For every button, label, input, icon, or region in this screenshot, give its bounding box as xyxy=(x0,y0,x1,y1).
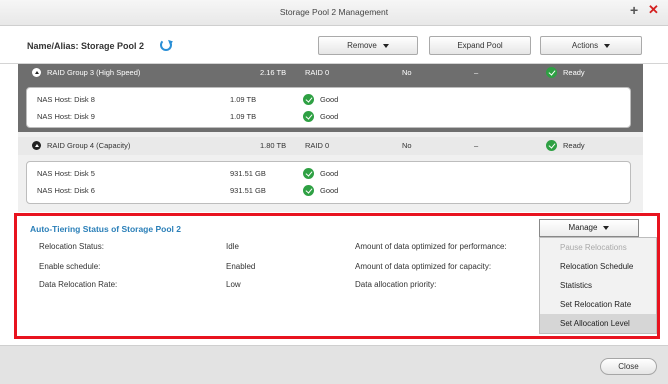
disk-capacity: 931.51 GB xyxy=(230,169,266,178)
ready-icon xyxy=(546,140,557,151)
tiering-title: Auto-Tiering Status of Storage Pool 2 xyxy=(30,224,181,234)
menu-item-statistics[interactable]: Statistics xyxy=(540,276,656,295)
chevron-down-icon xyxy=(603,225,610,230)
remove-button[interactable]: Remove xyxy=(318,36,418,55)
disk-name: NAS Host: Disk 9 xyxy=(37,112,95,121)
raid-group-row[interactable]: RAID Group 4 (Capacity) 1.80 TB RAID 0 N… xyxy=(18,137,643,155)
disk-name: NAS Host: Disk 6 xyxy=(37,186,95,195)
menu-item-set-allocation-level[interactable]: Set Allocation Level xyxy=(540,314,656,333)
actions-button-label: Actions xyxy=(571,41,599,50)
window-title: Storage Pool 2 Management xyxy=(279,7,389,17)
chevron-down-icon xyxy=(382,43,389,48)
close-button[interactable]: Close xyxy=(600,358,657,375)
group-capacity: 2.16 TB xyxy=(260,68,287,77)
disk-row[interactable]: NAS Host: Disk 9 1.09 TB Good xyxy=(26,108,631,126)
allocation-priority-label: Data allocation priority: xyxy=(355,280,437,289)
group-flag: No xyxy=(402,141,412,150)
group-name: RAID Group 3 (High Speed) xyxy=(47,68,141,77)
ready-icon xyxy=(546,67,557,78)
title-bar: Storage Pool 2 Management + ✕ xyxy=(0,0,668,26)
disk-capacity: 1.09 TB xyxy=(230,112,257,121)
capacity-data-label: Amount of data optimized for capacity: xyxy=(355,262,492,271)
add-icon[interactable]: + xyxy=(630,3,638,17)
disk-status: Good xyxy=(320,186,339,195)
expand-pool-button[interactable]: Expand Pool xyxy=(429,36,531,55)
good-icon xyxy=(303,168,314,179)
manage-button[interactable]: Manage xyxy=(539,219,639,237)
group-status: Ready xyxy=(563,141,585,150)
group-status: Ready xyxy=(563,68,585,77)
menu-item-set-relocation-rate[interactable]: Set Relocation Rate xyxy=(540,295,656,314)
collapse-icon[interactable] xyxy=(32,68,41,77)
good-icon xyxy=(303,94,314,105)
relocation-rate-label: Data Relocation Rate: xyxy=(39,280,118,289)
pool-name-label: Name/Alias: Storage Pool 2 xyxy=(27,41,145,51)
disk-row[interactable]: NAS Host: Disk 5 931.51 GB Good xyxy=(26,165,631,183)
relocation-rate-value: Low xyxy=(226,280,241,289)
group-capacity: 1.80 TB xyxy=(260,141,287,150)
manage-button-label: Manage xyxy=(568,223,598,232)
refresh-icon[interactable] xyxy=(160,39,172,51)
menu-item-pause-relocations: Pause Relocations xyxy=(560,243,627,252)
pool-header: Name/Alias: Storage Pool 2 Remove Expand… xyxy=(0,27,668,64)
group-dash: – xyxy=(474,68,479,77)
enable-schedule-value: Enabled xyxy=(226,262,256,271)
remove-button-label: Remove xyxy=(347,41,377,50)
actions-button[interactable]: Actions xyxy=(540,36,642,55)
performance-data-label: Amount of data optimized for performance… xyxy=(355,242,507,251)
group-name: RAID Group 4 (Capacity) xyxy=(47,141,131,150)
group-raid: RAID 0 xyxy=(305,141,330,150)
disk-capacity: 931.51 GB xyxy=(230,186,266,195)
chevron-down-icon xyxy=(604,43,611,48)
group-raid: RAID 0 xyxy=(305,68,330,77)
disk-row[interactable]: NAS Host: Disk 8 1.09 TB Good xyxy=(26,91,631,109)
collapse-icon[interactable] xyxy=(32,141,41,150)
disk-name: NAS Host: Disk 8 xyxy=(37,95,95,104)
manage-menu: Pause Relocations Relocation Schedule St… xyxy=(539,237,657,334)
footer-bar xyxy=(0,345,668,384)
disk-capacity: 1.09 TB xyxy=(230,95,257,104)
raid-group-row[interactable]: RAID Group 3 (High Speed) 2.16 TB RAID 0… xyxy=(18,64,643,82)
menu-item-relocation-schedule[interactable]: Relocation Schedule xyxy=(540,257,656,276)
good-icon xyxy=(303,185,314,196)
group-flag: No xyxy=(402,68,412,77)
enable-schedule-label: Enable schedule: xyxy=(39,262,101,271)
good-icon xyxy=(303,111,314,122)
disk-name: NAS Host: Disk 5 xyxy=(37,169,95,178)
group-dash: – xyxy=(474,141,479,150)
disk-row[interactable]: NAS Host: Disk 6 931.51 GB Good xyxy=(26,182,631,200)
disk-status: Good xyxy=(320,112,339,121)
disk-status: Good xyxy=(320,169,339,178)
relocation-status-value: Idle xyxy=(226,242,239,251)
close-icon[interactable]: ✕ xyxy=(648,3,659,17)
relocation-status-label: Relocation Status: xyxy=(39,242,104,251)
disk-status: Good xyxy=(320,95,339,104)
